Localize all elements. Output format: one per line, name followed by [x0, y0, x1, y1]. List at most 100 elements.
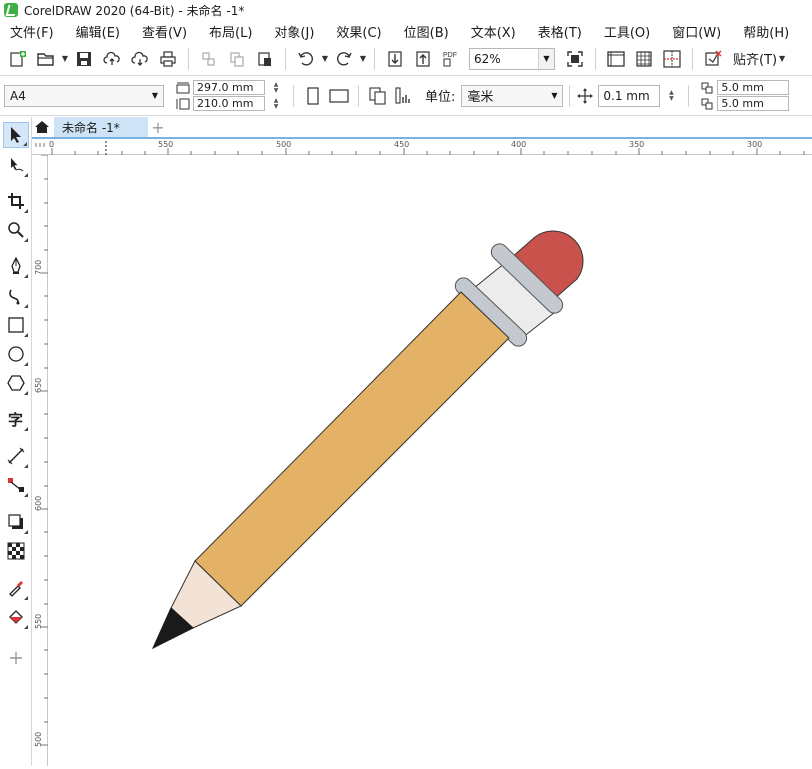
tab-document[interactable]: 未命名 -1* [54, 117, 148, 137]
undo-button[interactable] [292, 45, 320, 73]
units-label: 单位: [425, 90, 456, 105]
open-button[interactable] [32, 45, 60, 73]
interactive-fill-tool[interactable] [3, 604, 29, 630]
menu-object[interactable]: 对象(J) [263, 22, 325, 41]
paste-button[interactable] [251, 45, 279, 73]
menu-tools[interactable]: 工具(O) [593, 22, 661, 41]
drop-shadow-tool[interactable] [3, 509, 29, 535]
undo-dropdown-arrow[interactable]: ▼ [320, 45, 330, 73]
print-button[interactable] [154, 45, 182, 73]
menu-layout[interactable]: 布局(L) [198, 22, 263, 41]
page-size-value[interactable]: A4 [5, 89, 147, 103]
units-select[interactable]: 毫米 ▼ [461, 84, 564, 107]
cloud-upload-button[interactable] [98, 45, 126, 73]
dimension-tool[interactable] [3, 443, 29, 469]
duplicate-x-field[interactable]: 5.0 mm [717, 80, 790, 95]
all-pages-button[interactable] [365, 82, 391, 110]
page-width-field[interactable]: 297.0 mm [193, 80, 265, 95]
redo-button[interactable] [330, 45, 358, 73]
show-rulers-button[interactable] [602, 45, 630, 73]
publish-pdf-button[interactable]: PDF [437, 45, 465, 73]
menu-table[interactable]: 表格(T) [527, 22, 593, 41]
duplicate-y-icon [701, 98, 713, 109]
height-spinner[interactable]: ▲ ▼ [265, 96, 287, 111]
full-screen-preview-button[interactable] [561, 45, 589, 73]
save-button[interactable] [70, 45, 98, 73]
export-button[interactable] [409, 45, 437, 73]
artistic-media-tool[interactable] [3, 283, 29, 309]
text-tool[interactable]: 字 [3, 406, 29, 432]
zoom-tool-icon [8, 222, 24, 238]
drawing-canvas[interactable] [49, 156, 812, 766]
toolbar-separator [188, 47, 189, 70]
zoom-level-value[interactable]: 62% [470, 52, 538, 66]
copy-button[interactable] [223, 45, 251, 73]
cut-icon [202, 51, 215, 66]
vertical-ruler-ticks [41, 155, 48, 746]
toolbar-separator [285, 47, 286, 70]
snap-to-label[interactable]: 贴齐(T) [733, 49, 777, 68]
pencil-drawing[interactable] [49, 156, 812, 766]
cut-button[interactable] [195, 45, 223, 73]
portrait-button[interactable] [300, 82, 326, 110]
menu-edit[interactable]: 编辑(E) [65, 22, 131, 41]
current-page-button[interactable] [391, 82, 417, 110]
menu-window[interactable]: 窗口(W) [661, 22, 732, 41]
snap-off-button[interactable] [699, 45, 727, 73]
landscape-button[interactable] [326, 82, 352, 110]
ruler-h-label: 0 [49, 140, 55, 149]
pdf-icon: PDF [443, 52, 457, 66]
menu-text[interactable]: 文本(X) [460, 22, 527, 41]
horizontal-ruler[interactable]: 0 550 500 450 400 350 300 [32, 139, 812, 155]
pick-tool[interactable] [3, 122, 29, 148]
nudge-distance-field[interactable]: 0.1 mm [598, 84, 661, 107]
welcome-screen-tab[interactable] [32, 117, 52, 137]
duplicate-y-field[interactable]: 5.0 mm [717, 96, 790, 111]
zoom-tool[interactable] [3, 217, 29, 243]
zoom-level-combo[interactable]: 62% ▼ [469, 47, 555, 70]
show-guidelines-button[interactable] [658, 45, 686, 73]
transparency-icon [7, 542, 25, 560]
menu-view[interactable]: 查看(V) [131, 22, 198, 41]
chevron-down-icon[interactable]: ▼ [538, 48, 554, 69]
width-spinner[interactable]: ▲ ▼ [265, 80, 287, 95]
menu-bitmaps[interactable]: 位图(B) [393, 22, 460, 41]
menu-help[interactable]: 帮助(H) [732, 22, 800, 41]
redo-dropdown-arrow[interactable]: ▼ [358, 45, 368, 73]
rectangle-tool[interactable] [3, 312, 29, 338]
add-tool-button[interactable] [3, 645, 29, 671]
ellipse-tool[interactable] [3, 341, 29, 367]
chevron-down-icon[interactable]: ▼ [147, 91, 163, 100]
toolbox: 字 [0, 117, 32, 766]
ruler-h-label: 500 [276, 140, 292, 149]
ellipse-tool-icon [8, 346, 24, 362]
cloud-download-button[interactable] [126, 45, 154, 73]
polygon-tool[interactable] [3, 370, 29, 396]
page-height-field[interactable]: 210.0 mm [193, 96, 265, 111]
connector-tool[interactable] [3, 472, 29, 498]
shape-tool[interactable] [3, 152, 29, 178]
new-document-button[interactable] [4, 45, 32, 73]
open-dropdown-arrow[interactable]: ▼ [60, 45, 70, 73]
save-icon [77, 51, 91, 66]
crop-tool[interactable] [3, 188, 29, 214]
nudge-spinner[interactable]: ▲ ▼ [660, 88, 682, 103]
transparency-tool[interactable] [3, 538, 29, 564]
drop-shadow-icon [8, 514, 23, 529]
toolbar-separator [692, 47, 693, 70]
menu-effects[interactable]: 效果(C) [325, 22, 392, 41]
import-button[interactable] [381, 45, 409, 73]
menu-file[interactable]: 文件(F) [0, 22, 65, 41]
snap-dropdown-arrow[interactable]: ▼ [777, 45, 787, 73]
units-value[interactable]: 毫米 [462, 86, 546, 105]
eyedropper-tool[interactable] [3, 575, 29, 601]
vertical-ruler[interactable]: 700 650 600 550 500 [32, 155, 48, 766]
freehand-tool[interactable] [3, 253, 29, 279]
import-icon [388, 50, 402, 67]
fill-icon [9, 610, 23, 624]
pencil-body[interactable] [194, 291, 510, 607]
show-grid-button[interactable] [630, 45, 658, 73]
page-size-select[interactable]: A4 ▼ [4, 84, 164, 107]
chevron-down-icon[interactable]: ▼ [546, 91, 562, 100]
new-tab-button[interactable]: + [148, 117, 168, 137]
